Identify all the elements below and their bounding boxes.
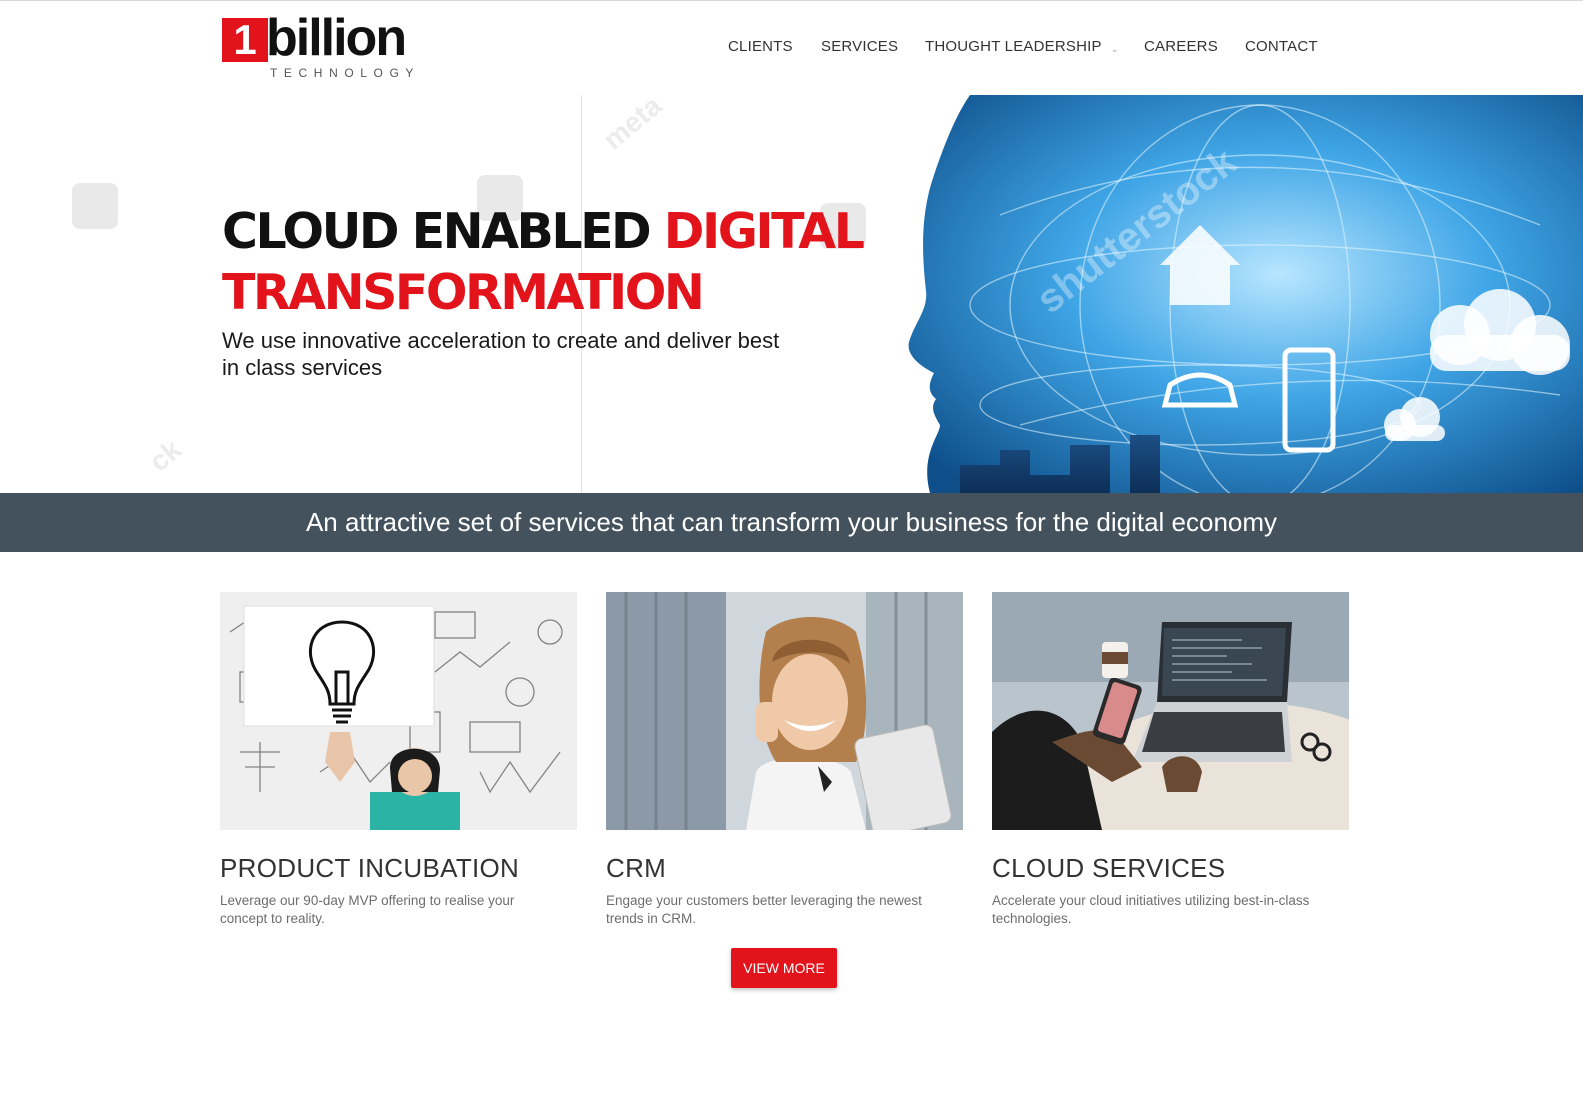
logo-tagline: TECHNOLOGY — [270, 66, 421, 80]
card-description: Engage your customers better leveraging … — [606, 893, 922, 926]
nav-careers[interactable]: CAREERS — [1144, 38, 1218, 55]
hero-title-red-line2: TRANSFORMATION — [222, 264, 705, 321]
logo[interactable]: 1 billion TECHNOLOGY — [222, 9, 422, 82]
product-incubation-image — [220, 592, 577, 830]
logo-word: billion — [266, 9, 407, 67]
top-border — [0, 0, 1583, 1]
hero-title: CLOUD ENABLED DIGITAL TRANSFORMATION — [222, 201, 922, 323]
service-card-crm[interactable]: CRM Engage your customers better leverag… — [606, 592, 963, 928]
tagline-banner: An attractive set of services that can t… — [0, 493, 1583, 552]
card-description: Leverage our 90-day MVP offering to real… — [220, 893, 515, 926]
hero-subtitle: We use innovative acceleration to create… — [222, 328, 780, 380]
hero-title-red: DIGITAL — [663, 203, 865, 260]
service-card-product-incubation[interactable]: PRODUCT INCUBATION Leverage our 90-day M… — [220, 592, 577, 928]
hero-section: meta ck shutterstock CLOUD ENABLED DIGIT… — [0, 95, 1583, 493]
card-title[interactable]: CLOUD SERVICES — [992, 852, 1349, 884]
logo-number: 1 — [222, 18, 268, 62]
card-title[interactable]: PRODUCT INCUBATION — [220, 852, 577, 884]
nav-thought-leadership[interactable]: THOUGHT LEADERSHIP — [925, 38, 1102, 55]
card-title[interactable]: CRM — [606, 852, 963, 884]
watermark-text: ck — [143, 433, 188, 478]
card-description: Accelerate your cloud initiatives utiliz… — [992, 893, 1310, 926]
hero-image: shutterstock — [908, 95, 1583, 493]
service-card-cloud-services[interactable]: CLOUD SERVICES Accelerate your cloud ini… — [992, 592, 1349, 928]
watermark-icon — [72, 183, 118, 229]
cloud-services-image — [992, 592, 1349, 830]
chevron-down-icon[interactable]: ⌄ — [1111, 44, 1119, 55]
nav-services[interactable]: SERVICES — [821, 38, 898, 55]
watermark-text: meta — [597, 95, 668, 156]
view-more-button[interactable]: VIEW MORE — [731, 948, 837, 988]
nav-contact[interactable]: CONTACT — [1245, 38, 1318, 55]
hero-title-black: CLOUD ENABLED — [222, 203, 664, 260]
crm-image — [606, 592, 963, 830]
nav-clients[interactable]: CLIENTS — [728, 38, 793, 55]
